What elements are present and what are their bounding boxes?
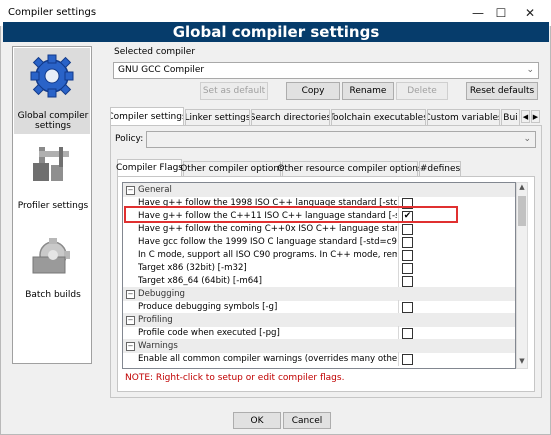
column-divider <box>398 352 399 366</box>
subtab-defines[interactable]: #defines <box>419 161 461 176</box>
compiler-select-value: GNU GCC Compiler <box>118 65 205 75</box>
flag-checkbox[interactable] <box>402 237 413 248</box>
tab-build-options[interactable]: Bui <box>501 109 520 125</box>
flag-label: Have gcc follow the 1999 ISO C language … <box>138 237 397 247</box>
column-divider <box>398 222 399 236</box>
flags-scrollbar[interactable]: ▲ ▼ <box>516 182 528 369</box>
policy-select[interactable]: ⌄ <box>146 131 536 148</box>
collapse-icon[interactable]: − <box>126 342 135 351</box>
flag-label: Enable all common compiler warnings (ove… <box>138 354 397 364</box>
highlight-annotation <box>124 206 458 223</box>
flag-label: Target x86 (32bit) [-m32] <box>138 263 247 273</box>
nav-item-profiler[interactable]: Profiler settings <box>14 139 90 211</box>
batch-icon <box>32 238 70 274</box>
flag-row[interactable]: In C mode, support all ISO C90 programs.… <box>123 248 515 262</box>
close-button[interactable]: ✕ <box>515 2 545 24</box>
rename-button[interactable]: Rename <box>342 82 394 100</box>
flag-checkbox[interactable] <box>402 354 413 365</box>
scroll-up-icon[interactable]: ▲ <box>517 183 527 194</box>
flag-checkbox[interactable] <box>402 224 413 235</box>
subtab-other-resource-compiler-options[interactable]: Other resource compiler options <box>277 161 423 176</box>
column-divider <box>398 326 399 340</box>
chevron-down-icon: ⌄ <box>526 65 534 75</box>
nav-label-line2: settings <box>35 121 71 131</box>
category-row[interactable]: − Warnings <box>123 339 515 353</box>
flag-row[interactable]: Enable all common compiler warnings (ove… <box>123 352 515 366</box>
column-divider <box>398 261 399 275</box>
nav-item-batch-builds[interactable]: Batch builds <box>14 231 90 301</box>
category-row[interactable]: − Profiling <box>123 313 515 327</box>
tab-compiler-settings[interactable]: Compiler settings <box>110 107 184 125</box>
flag-label: Target x86_64 (64bit) [-m64] <box>138 276 262 286</box>
selected-compiler-label: Selected compiler <box>114 47 196 57</box>
category-label: Debugging <box>138 289 186 299</box>
category-label: General <box>138 185 172 195</box>
flag-label: Profile code when executed [-pg] <box>138 328 280 338</box>
cancel-button[interactable]: Cancel <box>283 412 331 429</box>
flag-label: Produce debugging symbols [-g] <box>138 302 278 312</box>
flag-checkbox[interactable] <box>402 250 413 261</box>
chevron-down-icon: ⌄ <box>523 134 531 144</box>
column-divider <box>398 248 399 262</box>
category-row[interactable]: − Debugging <box>123 287 515 301</box>
nav-item-global-compiler[interactable]: Global compiler settings <box>14 48 90 134</box>
collapse-icon[interactable]: − <box>126 290 135 299</box>
flag-row[interactable]: Have gcc follow the 1999 ISO C language … <box>123 235 515 249</box>
maximize-button[interactable]: ☐ <box>486 2 516 24</box>
flag-row[interactable]: Produce debugging symbols [-g] <box>123 300 515 314</box>
column-divider <box>398 274 399 288</box>
caliper-icon <box>33 147 69 181</box>
nav-label-batch: Batch builds <box>25 290 81 300</box>
tab-linker-settings[interactable]: Linker settings <box>185 109 250 125</box>
banner-title: Global compiler settings <box>3 22 549 42</box>
nav-label-profiler: Profiler settings <box>17 201 89 211</box>
column-divider <box>398 235 399 249</box>
window-title: Compiler settings <box>8 7 97 18</box>
subtab-compiler-flags[interactable]: Compiler Flags <box>116 159 183 176</box>
scrollbar-thumb[interactable] <box>518 196 526 226</box>
tab-scroll-right-icon[interactable]: ▶ <box>531 110 540 123</box>
set-as-default-button[interactable]: Set as default <box>200 82 268 100</box>
flag-checkbox[interactable] <box>402 328 413 339</box>
flag-row[interactable]: Profile code when executed [-pg] <box>123 326 515 340</box>
nav-label-global: Global compiler settings <box>14 111 92 131</box>
tab-toolchain-executables[interactable]: Toolchain executables <box>331 109 426 125</box>
flag-checkbox[interactable] <box>402 263 413 274</box>
collapse-icon[interactable]: − <box>126 186 135 195</box>
note-text: NOTE: Right-click to setup or edit compi… <box>125 373 345 383</box>
category-label: Warnings <box>138 341 178 351</box>
tab-scroll-left-icon[interactable]: ◀ <box>521 110 530 123</box>
settings-nav: Global compiler settings Profiler settin… <box>12 46 92 364</box>
subtab-other-compiler-options[interactable]: Other compiler options <box>180 161 284 176</box>
category-row[interactable]: − General <box>123 183 515 197</box>
flag-row[interactable]: Target x86 (32bit) [-m32] <box>123 261 515 275</box>
flag-checkbox[interactable] <box>402 302 413 313</box>
flag-label: In C mode, support all ISO C90 programs.… <box>138 250 397 260</box>
tab-search-directories[interactable]: Search directories <box>251 109 330 125</box>
ok-button[interactable]: OK <box>233 412 281 429</box>
collapse-icon[interactable]: − <box>126 316 135 325</box>
tab-custom-variables[interactable]: Custom variables <box>427 109 500 125</box>
category-label: Profiling <box>138 315 173 325</box>
flag-label: Have g++ follow the coming C++0x ISO C++… <box>138 224 397 234</box>
policy-label: Policy: <box>115 134 144 144</box>
copy-button[interactable]: Copy <box>286 82 340 100</box>
flag-row[interactable]: Have g++ follow the coming C++0x ISO C++… <box>123 222 515 236</box>
column-divider <box>398 300 399 314</box>
scroll-down-icon[interactable]: ▼ <box>517 357 527 368</box>
gear-icon <box>30 54 74 98</box>
flag-row[interactable]: Target x86_64 (64bit) [-m64] <box>123 274 515 288</box>
delete-button[interactable]: Delete <box>396 82 448 100</box>
reset-defaults-button[interactable]: Reset defaults <box>466 82 538 100</box>
compiler-select[interactable]: GNU GCC Compiler ⌄ <box>113 62 539 79</box>
flag-checkbox[interactable] <box>402 276 413 287</box>
nav-label-line1: Global compiler <box>17 111 89 121</box>
